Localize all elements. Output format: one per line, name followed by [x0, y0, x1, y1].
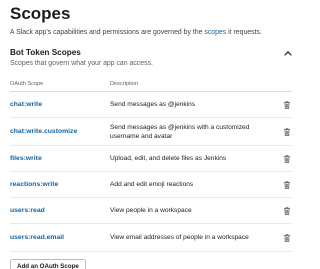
scope-description: View email addresses of people in a work… — [110, 234, 249, 241]
scopes-link[interactable]: scopes — [204, 29, 226, 36]
scope-name[interactable]: users:read.email — [10, 233, 110, 242]
trash-icon[interactable] — [282, 233, 292, 243]
scopes-table: OAuth Scope Description chat:write Send … — [10, 77, 292, 252]
remove-scope-button[interactable] — [276, 100, 292, 110]
trash-icon[interactable] — [282, 180, 292, 190]
scopes-page: Scopes A Slack app's capabilities and pe… — [0, 0, 300, 269]
trash-icon[interactable] — [282, 100, 292, 110]
intro-text-before: A Slack app's capabilities and permissio… — [10, 29, 205, 36]
intro-text-after: it requests. — [226, 29, 262, 36]
scope-name[interactable]: reactions:write — [10, 180, 110, 189]
page-intro: A Slack app's capabilities and permissio… — [10, 28, 292, 37]
bot-token-scopes-header: Bot Token Scopes — [10, 47, 292, 58]
scope-name[interactable]: chat:write — [10, 100, 110, 109]
section-subtitle: Scopes that govern what your app can acc… — [10, 60, 153, 67]
scope-description: Send messages as @jenkins with a customi… — [110, 123, 250, 140]
remove-scope-button[interactable] — [276, 206, 292, 216]
trash-icon[interactable] — [282, 206, 292, 216]
remove-scope-button[interactable] — [276, 180, 292, 190]
table-row: chat:write.customize Send messages as @j… — [10, 118, 292, 146]
scope-description: Upload, edit, and delete files as Jenkin… — [110, 155, 227, 162]
scope-description: View people in a workspace — [110, 207, 192, 214]
page-title: Scopes — [10, 4, 71, 23]
scope-name[interactable]: users:read — [10, 206, 110, 215]
scope-description: Add and edit emoji reactions — [110, 181, 194, 188]
trash-icon[interactable] — [282, 154, 292, 164]
remove-scope-button[interactable] — [276, 127, 292, 137]
table-row: reactions:write Add and edit emoji react… — [10, 172, 292, 198]
trash-icon[interactable] — [282, 127, 292, 137]
table-header: OAuth Scope Description — [10, 77, 292, 92]
table-row: chat:write Send messages as @jenkins — [10, 92, 292, 118]
scope-name[interactable]: chat:write.customize — [10, 127, 110, 136]
scope-description: Send messages as @jenkins — [110, 101, 196, 108]
scope-name[interactable]: files:write — [10, 154, 110, 163]
header-oauth-scope: OAuth Scope — [10, 81, 44, 87]
remove-scope-button[interactable] — [276, 154, 292, 164]
section-title: Bot Token Scopes — [10, 48, 81, 57]
chevron-up-icon[interactable] — [284, 49, 292, 57]
table-row: users:read View people in a workspace — [10, 198, 292, 224]
table-row: files:write Upload, edit, and delete fil… — [10, 146, 292, 172]
header-description: Description — [110, 81, 138, 87]
table-row: users:read.email View email addresses of… — [10, 224, 292, 252]
remove-scope-button[interactable] — [276, 233, 292, 243]
add-oauth-scope-button[interactable]: Add an OAuth Scope — [10, 259, 86, 269]
